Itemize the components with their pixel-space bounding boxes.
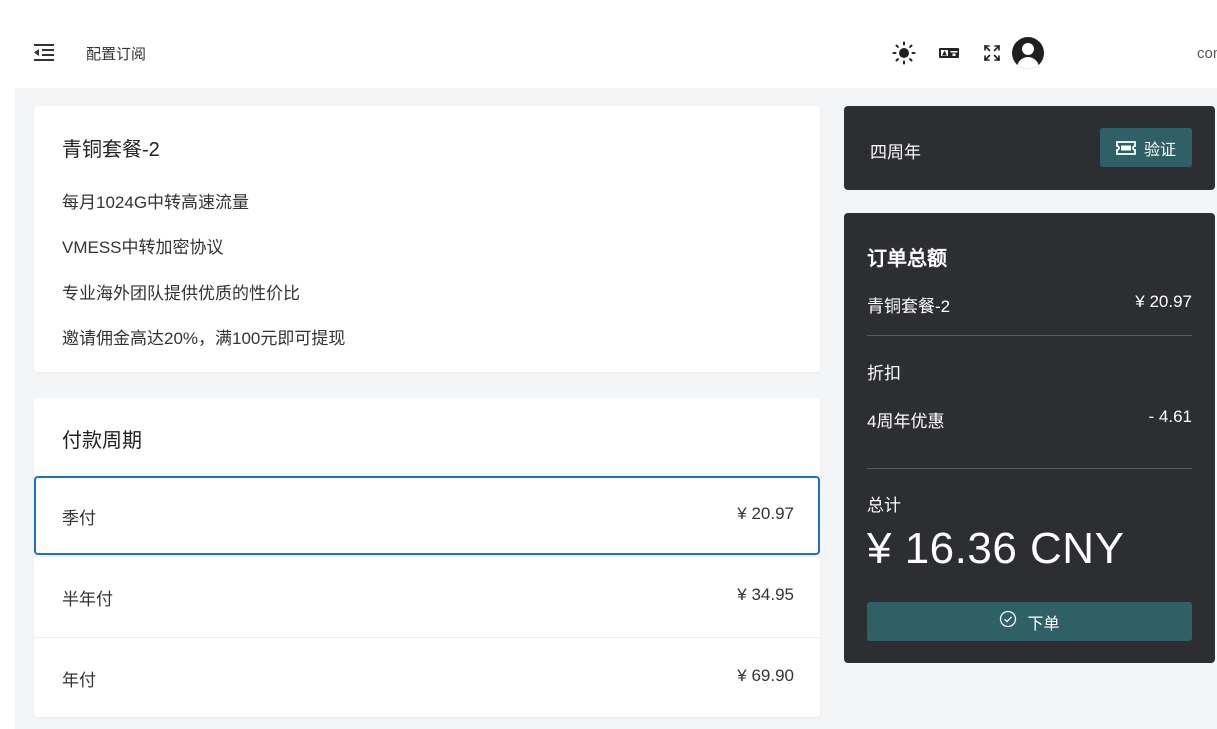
menu-toggle-icon[interactable] — [34, 44, 54, 62]
divider — [867, 468, 1192, 469]
order-summary-card: 订单总额 青铜套餐-2 ¥ 20.97 折扣 4周年优惠 - 4.61 总计 ¥… — [844, 213, 1215, 663]
period-option-label: 年付 — [62, 671, 96, 690]
plan-card: 青铜套餐-2 每月1024G中转高速流量 VMESS中转加密协议 专业海外团队提… — [34, 106, 820, 372]
fullscreen-icon[interactable] — [980, 41, 1004, 65]
discount-value: - 4.61 — [1148, 407, 1192, 426]
user-avatar-icon[interactable] — [1012, 37, 1044, 69]
divider — [867, 335, 1192, 336]
period-option-quarterly[interactable]: 季付 ¥ 20.97 — [34, 476, 820, 555]
payment-period-card: 付款周期 季付 ¥ 20.97 半年付 ¥ 34.95 年付 ¥ 69.90 — [34, 398, 820, 717]
check-circle-icon — [999, 610, 1017, 633]
coupon-input[interactable]: 四周年 — [870, 138, 921, 163]
place-order-button[interactable]: 下单 — [867, 602, 1192, 641]
translate-icon[interactable] — [937, 41, 961, 65]
period-option-yearly[interactable]: 年付 ¥ 69.90 — [34, 637, 820, 716]
user-email[interactable]: com — [1197, 45, 1217, 62]
sun-icon[interactable] — [892, 41, 916, 65]
plan-feature: 专业海外团队提供优质的性价比 — [62, 284, 300, 303]
ticket-icon — [1116, 140, 1136, 155]
summary-plan-name: 青铜套餐-2 — [867, 297, 951, 316]
period-option-price: ¥ 20.97 — [737, 504, 794, 523]
payment-period-title: 付款周期 — [62, 430, 142, 452]
plan-name: 青铜套餐-2 — [62, 139, 160, 161]
plan-feature: VMESS中转加密协议 — [62, 238, 224, 257]
period-option-price: ¥ 69.90 — [737, 666, 794, 685]
top-header: 配置订阅 co — [15, 15, 1217, 88]
period-option-label: 半年付 — [62, 590, 113, 609]
discount-name: 4周年优惠 — [867, 412, 945, 431]
page: 配置订阅 co 青铜套餐-2 每月1024G中转高速流量 VMESS中转加密协议… — [0, 0, 1217, 729]
total-label: 总计 — [867, 496, 901, 515]
verify-button-label: 验证 — [1143, 141, 1176, 159]
discount-label: 折扣 — [867, 364, 901, 383]
period-option-label: 季付 — [62, 509, 96, 528]
summary-plan-price: ¥ 20.97 — [1135, 292, 1192, 311]
total-amount: ¥ 16.36 CNY — [867, 524, 1125, 573]
coupon-card: 四周年 验证 — [844, 106, 1215, 190]
period-option-price: ¥ 34.95 — [737, 585, 794, 604]
place-order-label: 下单 — [1027, 615, 1060, 633]
plan-feature: 邀请佣金高达20%，满100元即可提现 — [62, 329, 346, 348]
page-title: 配置订阅 — [86, 46, 147, 63]
period-option-half-year[interactable]: 半年付 ¥ 34.95 — [34, 556, 820, 635]
verify-coupon-button[interactable]: 验证 — [1100, 128, 1192, 167]
order-summary-title: 订单总额 — [867, 248, 947, 270]
plan-feature: 每月1024G中转高速流量 — [62, 193, 250, 212]
